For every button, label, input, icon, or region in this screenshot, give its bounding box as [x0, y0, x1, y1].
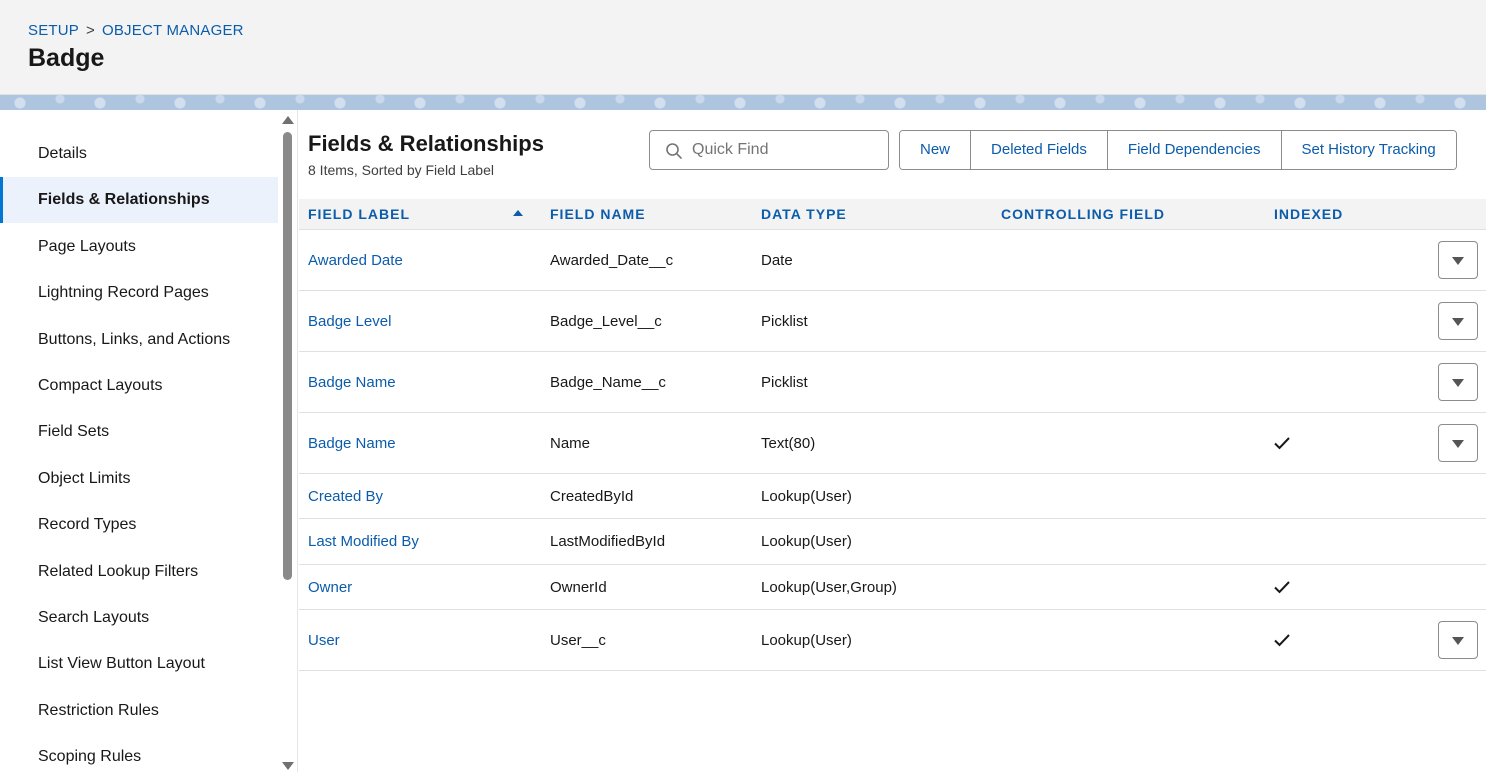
indexed-check-icon — [1274, 437, 1290, 450]
column-header-label: FIELD LABEL — [308, 206, 410, 222]
sidebar-item-field-sets[interactable]: Field Sets — [0, 409, 278, 455]
sort-ascending-icon[interactable] — [513, 210, 523, 216]
scroll-up-arrow-icon[interactable] — [282, 116, 294, 124]
table-row: User User__c Lookup(User) — [299, 610, 1486, 671]
chevron-down-icon — [1452, 440, 1464, 448]
scroll-down-arrow-icon[interactable] — [282, 762, 294, 770]
sidebar-item-scoping-rules[interactable]: Scoping Rules — [0, 734, 278, 780]
row-actions-dropdown-button[interactable] — [1438, 241, 1478, 279]
field-label-link[interactable]: Badge Name — [308, 352, 396, 412]
table-row: Created By CreatedById Lookup(User) — [299, 474, 1486, 519]
page-title: Badge — [28, 44, 105, 72]
sidebar-item-record-types[interactable]: Record Types — [0, 502, 278, 548]
field-data-type: Lookup(User) — [761, 487, 852, 505]
field-data-type: Lookup(User) — [761, 533, 852, 550]
breadcrumb-separator: > — [86, 22, 95, 39]
column-header-controlling-field[interactable]: CONTROLLING FIELD — [1001, 199, 1165, 230]
indexed-check-icon — [1274, 634, 1290, 647]
column-header-field-name[interactable]: FIELD NAME — [550, 199, 646, 230]
field-label-link[interactable]: Badge Level — [308, 291, 391, 351]
scrollbar-thumb[interactable] — [283, 132, 292, 580]
field-label-link[interactable]: Badge Name — [308, 413, 396, 473]
sidebar-item-search-layouts[interactable]: Search Layouts — [0, 595, 278, 641]
toolbar-button-group: New Deleted Fields Field Dependencies Se… — [899, 130, 1457, 170]
deleted-fields-button[interactable]: Deleted Fields — [970, 131, 1107, 169]
page-header: SETUP > OBJECT MANAGER Badge — [0, 0, 1486, 95]
sidebar-item-related-lookup-filters[interactable]: Related Lookup Filters — [0, 549, 278, 595]
decorative-banner — [0, 95, 1486, 110]
column-header-indexed[interactable]: INDEXED — [1274, 199, 1343, 230]
sidebar-item-fields-relationships[interactable]: Fields & Relationships — [0, 177, 278, 224]
field-label-link[interactable]: Created By — [308, 474, 383, 518]
field-data-type: Picklist — [761, 312, 808, 330]
field-api-name: Badge_Level__c — [550, 312, 662, 330]
indexed-check-icon — [1274, 581, 1290, 594]
search-icon — [666, 143, 682, 159]
field-api-name: CreatedById — [550, 487, 634, 505]
sidebar-item-lightning-record-pages[interactable]: Lightning Record Pages — [0, 270, 278, 316]
main-content: Fields & Relationships 8 Items, Sorted b… — [299, 110, 1486, 772]
row-actions-dropdown-button[interactable] — [1438, 363, 1478, 401]
field-label-link[interactable]: User — [308, 610, 340, 670]
sidebar-scrollbar[interactable] — [280, 110, 294, 772]
sidebar-item-buttons-links-and-actions[interactable]: Buttons, Links, and Actions — [0, 317, 278, 363]
field-label-link[interactable]: Last Modified By — [308, 519, 419, 564]
field-api-name: Awarded_Date__c — [550, 251, 674, 269]
table-header: FIELD LABEL FIELD NAME DATA TYPE CONTROL… — [299, 199, 1486, 230]
set-history-tracking-button[interactable]: Set History Tracking — [1280, 131, 1456, 169]
field-dependencies-button[interactable]: Field Dependencies — [1106, 131, 1281, 169]
chevron-down-icon — [1452, 379, 1464, 387]
row-actions-dropdown-button[interactable] — [1438, 621, 1478, 659]
breadcrumb-object-manager-link[interactable]: OBJECT MANAGER — [102, 22, 244, 39]
field-data-type: Lookup(User) — [761, 631, 852, 649]
row-actions-dropdown-button[interactable] — [1438, 302, 1478, 340]
table-row: Badge Name Badge_Name__c Picklist — [299, 352, 1486, 413]
table-row: Last Modified By LastModifiedById Lookup(U… — [299, 519, 1486, 565]
sidebar-item-page-layouts[interactable]: Page Layouts — [0, 224, 278, 270]
new-button[interactable]: New — [900, 131, 971, 169]
table-row: Badge Name Name Text(80) — [299, 413, 1486, 474]
field-api-name: LastModifiedById — [550, 533, 666, 550]
table-row: Awarded Date Awarded_Date__c Date — [299, 230, 1486, 291]
field-data-type: Lookup(User,Group) — [761, 578, 897, 596]
field-data-type: Text(80) — [761, 434, 816, 452]
quick-find-search[interactable] — [649, 130, 889, 170]
row-actions-dropdown-button[interactable] — [1438, 424, 1478, 462]
field-data-type: Picklist — [761, 373, 808, 391]
field-data-type: Date — [761, 251, 793, 269]
sidebar-item-compact-layouts[interactable]: Compact Layouts — [0, 363, 278, 409]
field-api-name: Badge_Name__c — [550, 373, 666, 391]
section-title: Fields & Relationships — [308, 131, 544, 156]
field-api-name: Name — [550, 434, 591, 452]
chevron-down-icon — [1452, 637, 1464, 645]
breadcrumb: SETUP > OBJECT MANAGER — [28, 22, 244, 39]
breadcrumb-setup-link[interactable]: SETUP — [28, 22, 79, 39]
sidebar-item-details[interactable]: Details — [0, 131, 278, 177]
sidebar-item-object-limits[interactable]: Object Limits — [0, 456, 278, 502]
field-label-link[interactable]: Awarded Date — [308, 230, 403, 290]
sidebar: Details Fields & Relationships Page Layout… — [0, 110, 298, 772]
sidebar-item-restriction-rules[interactable]: Restriction Rules — [0, 688, 278, 734]
table-row: Owner OwnerId Lookup(User,Group) — [299, 565, 1486, 610]
quick-find-input[interactable] — [690, 137, 880, 163]
sidebar-item-list-view-button-layout[interactable]: List View Button Layout — [0, 641, 278, 687]
field-api-name: User__c — [550, 631, 606, 649]
field-label-link[interactable]: Owner — [308, 565, 352, 609]
column-header-field-label[interactable]: FIELD LABEL — [308, 199, 410, 230]
column-header-data-type[interactable]: DATA TYPE — [761, 199, 847, 230]
field-api-name: OwnerId — [550, 578, 607, 596]
item-count-subtitle: 8 Items, Sorted by Field Label — [308, 162, 494, 178]
table-row: Badge Level Badge_Level__c Picklist — [299, 291, 1486, 352]
chevron-down-icon — [1452, 257, 1464, 265]
chevron-down-icon — [1452, 318, 1464, 326]
